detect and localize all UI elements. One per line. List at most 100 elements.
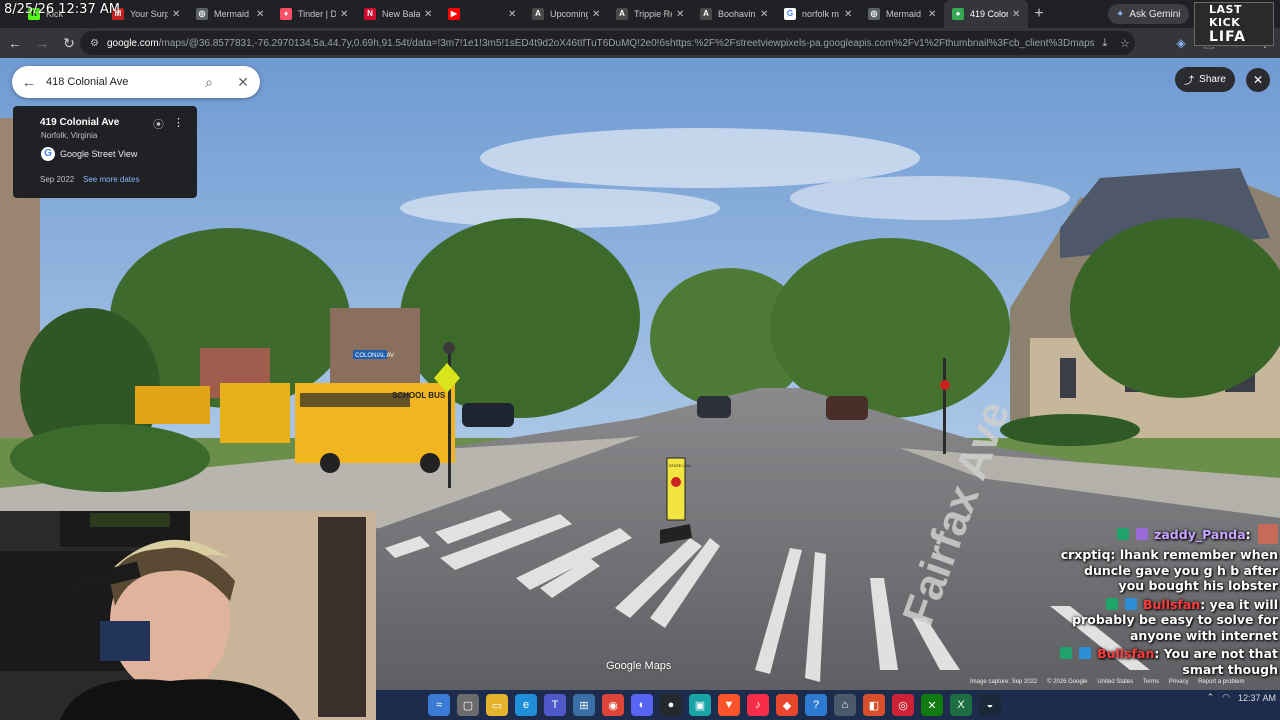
close-icon[interactable]: ✕ xyxy=(508,9,518,20)
close-street-view-button[interactable]: ✕ xyxy=(1246,68,1270,92)
app-icon[interactable]: ◧ xyxy=(863,694,885,716)
flame-icon: ♦ xyxy=(280,8,292,20)
tab[interactable]: ♦ Tinder | Da ✕ xyxy=(272,0,356,28)
badge-line-2: LIFA xyxy=(1209,29,1246,45)
sub-badge-icon xyxy=(1060,647,1073,659)
tab[interactable]: ▶ ✕ xyxy=(440,0,524,28)
stream-overlay-badge: LAST KICK LIFA xyxy=(1194,2,1274,46)
a-icon: A xyxy=(616,8,628,20)
app-icon[interactable]: ⌂ xyxy=(834,694,856,716)
tab-active[interactable]: ● 419 Colon ✕ xyxy=(944,0,1028,28)
google-maps-logo: Google Maps xyxy=(606,660,672,672)
see-more-dates-link[interactable]: See more dates xyxy=(83,175,139,184)
edge-icon[interactable]: e xyxy=(515,694,537,716)
task-view-icon[interactable]: ▢ xyxy=(457,694,479,716)
forward-icon[interactable]: → xyxy=(30,31,54,55)
bookmark-star-icon[interactable]: ☆ xyxy=(1115,37,1135,50)
teams-icon[interactable]: T xyxy=(544,694,566,716)
globe-icon: ◎ xyxy=(868,8,880,20)
chat-username: zaddy_Panda xyxy=(1154,527,1246,542)
store-icon[interactable]: ⊞ xyxy=(573,694,595,716)
music-icon[interactable]: ♪ xyxy=(747,694,769,716)
maps-search-box[interactable]: ← 418 Colonial Ave ⌕ ✕ xyxy=(12,66,260,98)
search-icon[interactable]: ⌕ xyxy=(192,74,226,91)
location-pin-icon[interactable]: ⦿ xyxy=(153,116,164,132)
obs-icon[interactable]: ◎ xyxy=(892,694,914,716)
wifi-icon[interactable]: ◠ xyxy=(1222,692,1230,703)
close-icon[interactable]: ✕ xyxy=(1012,9,1022,20)
os-taskbar: ≈ ▢ ▭ e T ⊞ ◉ ◐ ● ▣ ▼ ♪ ◆ ? ⌂ ◧ ◎ ✕ X ◒ … xyxy=(376,690,1280,720)
chat-username: Bullsfan xyxy=(1097,646,1155,661)
search-input[interactable]: 418 Colonial Ave xyxy=(46,76,192,88)
a-icon: A xyxy=(700,8,712,20)
tab-label: Trippie Re xyxy=(634,9,672,19)
close-icon[interactable]: ✕ xyxy=(760,9,770,20)
tab[interactable]: G norfolk m ✕ xyxy=(776,0,860,28)
back-icon[interactable]: ← xyxy=(3,31,27,55)
tab-strip: K Kick M Your Surp ✕ ◎ Mermaid ✕ ♦ Tinde… xyxy=(0,0,1280,28)
maps-pin-icon: ● xyxy=(952,8,964,20)
chrome-icon[interactable]: ◉ xyxy=(602,694,624,716)
chat-colon: : xyxy=(1154,646,1160,661)
desktop-clock: 8/25/26 12:37 AM xyxy=(4,2,120,17)
share-button[interactable]: ⤴ Share xyxy=(1175,67,1235,92)
discord-icon[interactable]: ◐ xyxy=(631,694,653,716)
gift-badge-icon xyxy=(1135,528,1148,540)
system-tray: ⌃ ◠ 12:37 AM xyxy=(1207,692,1276,703)
new-tab-button[interactable]: + xyxy=(1028,5,1050,23)
close-icon[interactable]: ✕ xyxy=(592,9,602,20)
tab-label: Your Surp xyxy=(130,9,168,19)
close-icon[interactable]: ✕ xyxy=(172,9,182,20)
address-city: Norfolk, Virginia xyxy=(41,131,98,140)
globe-icon: ◎ xyxy=(196,8,208,20)
tray-chevron-icon[interactable]: ⌃ xyxy=(1207,692,1215,703)
help-icon[interactable]: ? xyxy=(805,694,827,716)
address-bar[interactable]: ⚙ google.com/maps/@36.8577831,-76.297013… xyxy=(80,31,1135,55)
ped-sign-text: STATE LAW xyxy=(669,463,691,468)
chat-message: zaddy_Panda: xyxy=(1060,524,1280,544)
tray-time[interactable]: 12:37 AM xyxy=(1238,693,1276,703)
share-label: Share xyxy=(1199,74,1226,85)
tab[interactable]: A Trippie Re ✕ xyxy=(608,0,692,28)
close-icon[interactable]: ✕ xyxy=(340,9,350,20)
app-icon[interactable]: ▣ xyxy=(689,694,711,716)
excel-icon[interactable]: X xyxy=(950,694,972,716)
tab[interactable]: ◎ Mermaid ✕ xyxy=(860,0,944,28)
close-icon[interactable]: ✕ xyxy=(928,9,938,20)
close-icon[interactable]: ✕ xyxy=(256,9,266,20)
tab-label: New Balan xyxy=(382,9,420,19)
reload-icon[interactable]: ↻ xyxy=(57,31,81,55)
tab[interactable]: N New Balan ✕ xyxy=(356,0,440,28)
google-icon: G xyxy=(784,8,796,20)
xbox-icon[interactable]: ✕ xyxy=(921,694,943,716)
mod-badge-icon xyxy=(1078,647,1091,659)
back-arrow-icon[interactable]: ← xyxy=(12,74,46,91)
close-icon[interactable]: ✕ xyxy=(676,9,686,20)
close-icon[interactable]: ✕ xyxy=(424,9,434,20)
capture-date: Sep 2022 xyxy=(40,175,75,184)
tab[interactable]: A Boohavinn ✕ xyxy=(692,0,776,28)
bus-text: SCHOOL BUS xyxy=(392,391,446,400)
tab[interactable]: A Upcoming ✕ xyxy=(524,0,608,28)
extension-icon[interactable]: ◈ xyxy=(1170,31,1192,55)
webcam-overlay xyxy=(0,511,376,720)
github-icon[interactable]: ● xyxy=(660,694,682,716)
tab-label: Tinder | Da xyxy=(298,9,336,19)
ask-gemini-button[interactable]: ✦ Ask Gemini xyxy=(1108,4,1189,24)
tab-label: Mermaid xyxy=(886,9,922,19)
more-options-icon[interactable]: ⋮ xyxy=(173,116,184,129)
brave-icon[interactable]: ▼ xyxy=(718,694,740,716)
tab-label: 419 Colon xyxy=(970,9,1008,19)
site-info-icon[interactable]: ⚙ xyxy=(90,38,99,49)
emote-icon xyxy=(1258,524,1278,544)
widgets-icon[interactable]: ≈ xyxy=(428,694,450,716)
file-explorer-icon[interactable]: ▭ xyxy=(486,694,508,716)
install-icon[interactable]: ⤓ xyxy=(1095,37,1115,50)
chat-colon: : xyxy=(1200,596,1206,612)
steam-icon[interactable]: ◒ xyxy=(979,694,1001,716)
tab[interactable]: ◎ Mermaid ✕ xyxy=(188,0,272,28)
close-icon[interactable]: ✕ xyxy=(844,9,854,20)
app-icon[interactable]: ◆ xyxy=(776,694,798,716)
close-icon[interactable]: ✕ xyxy=(226,74,260,91)
gemini-icon: ✦ xyxy=(1116,8,1125,20)
